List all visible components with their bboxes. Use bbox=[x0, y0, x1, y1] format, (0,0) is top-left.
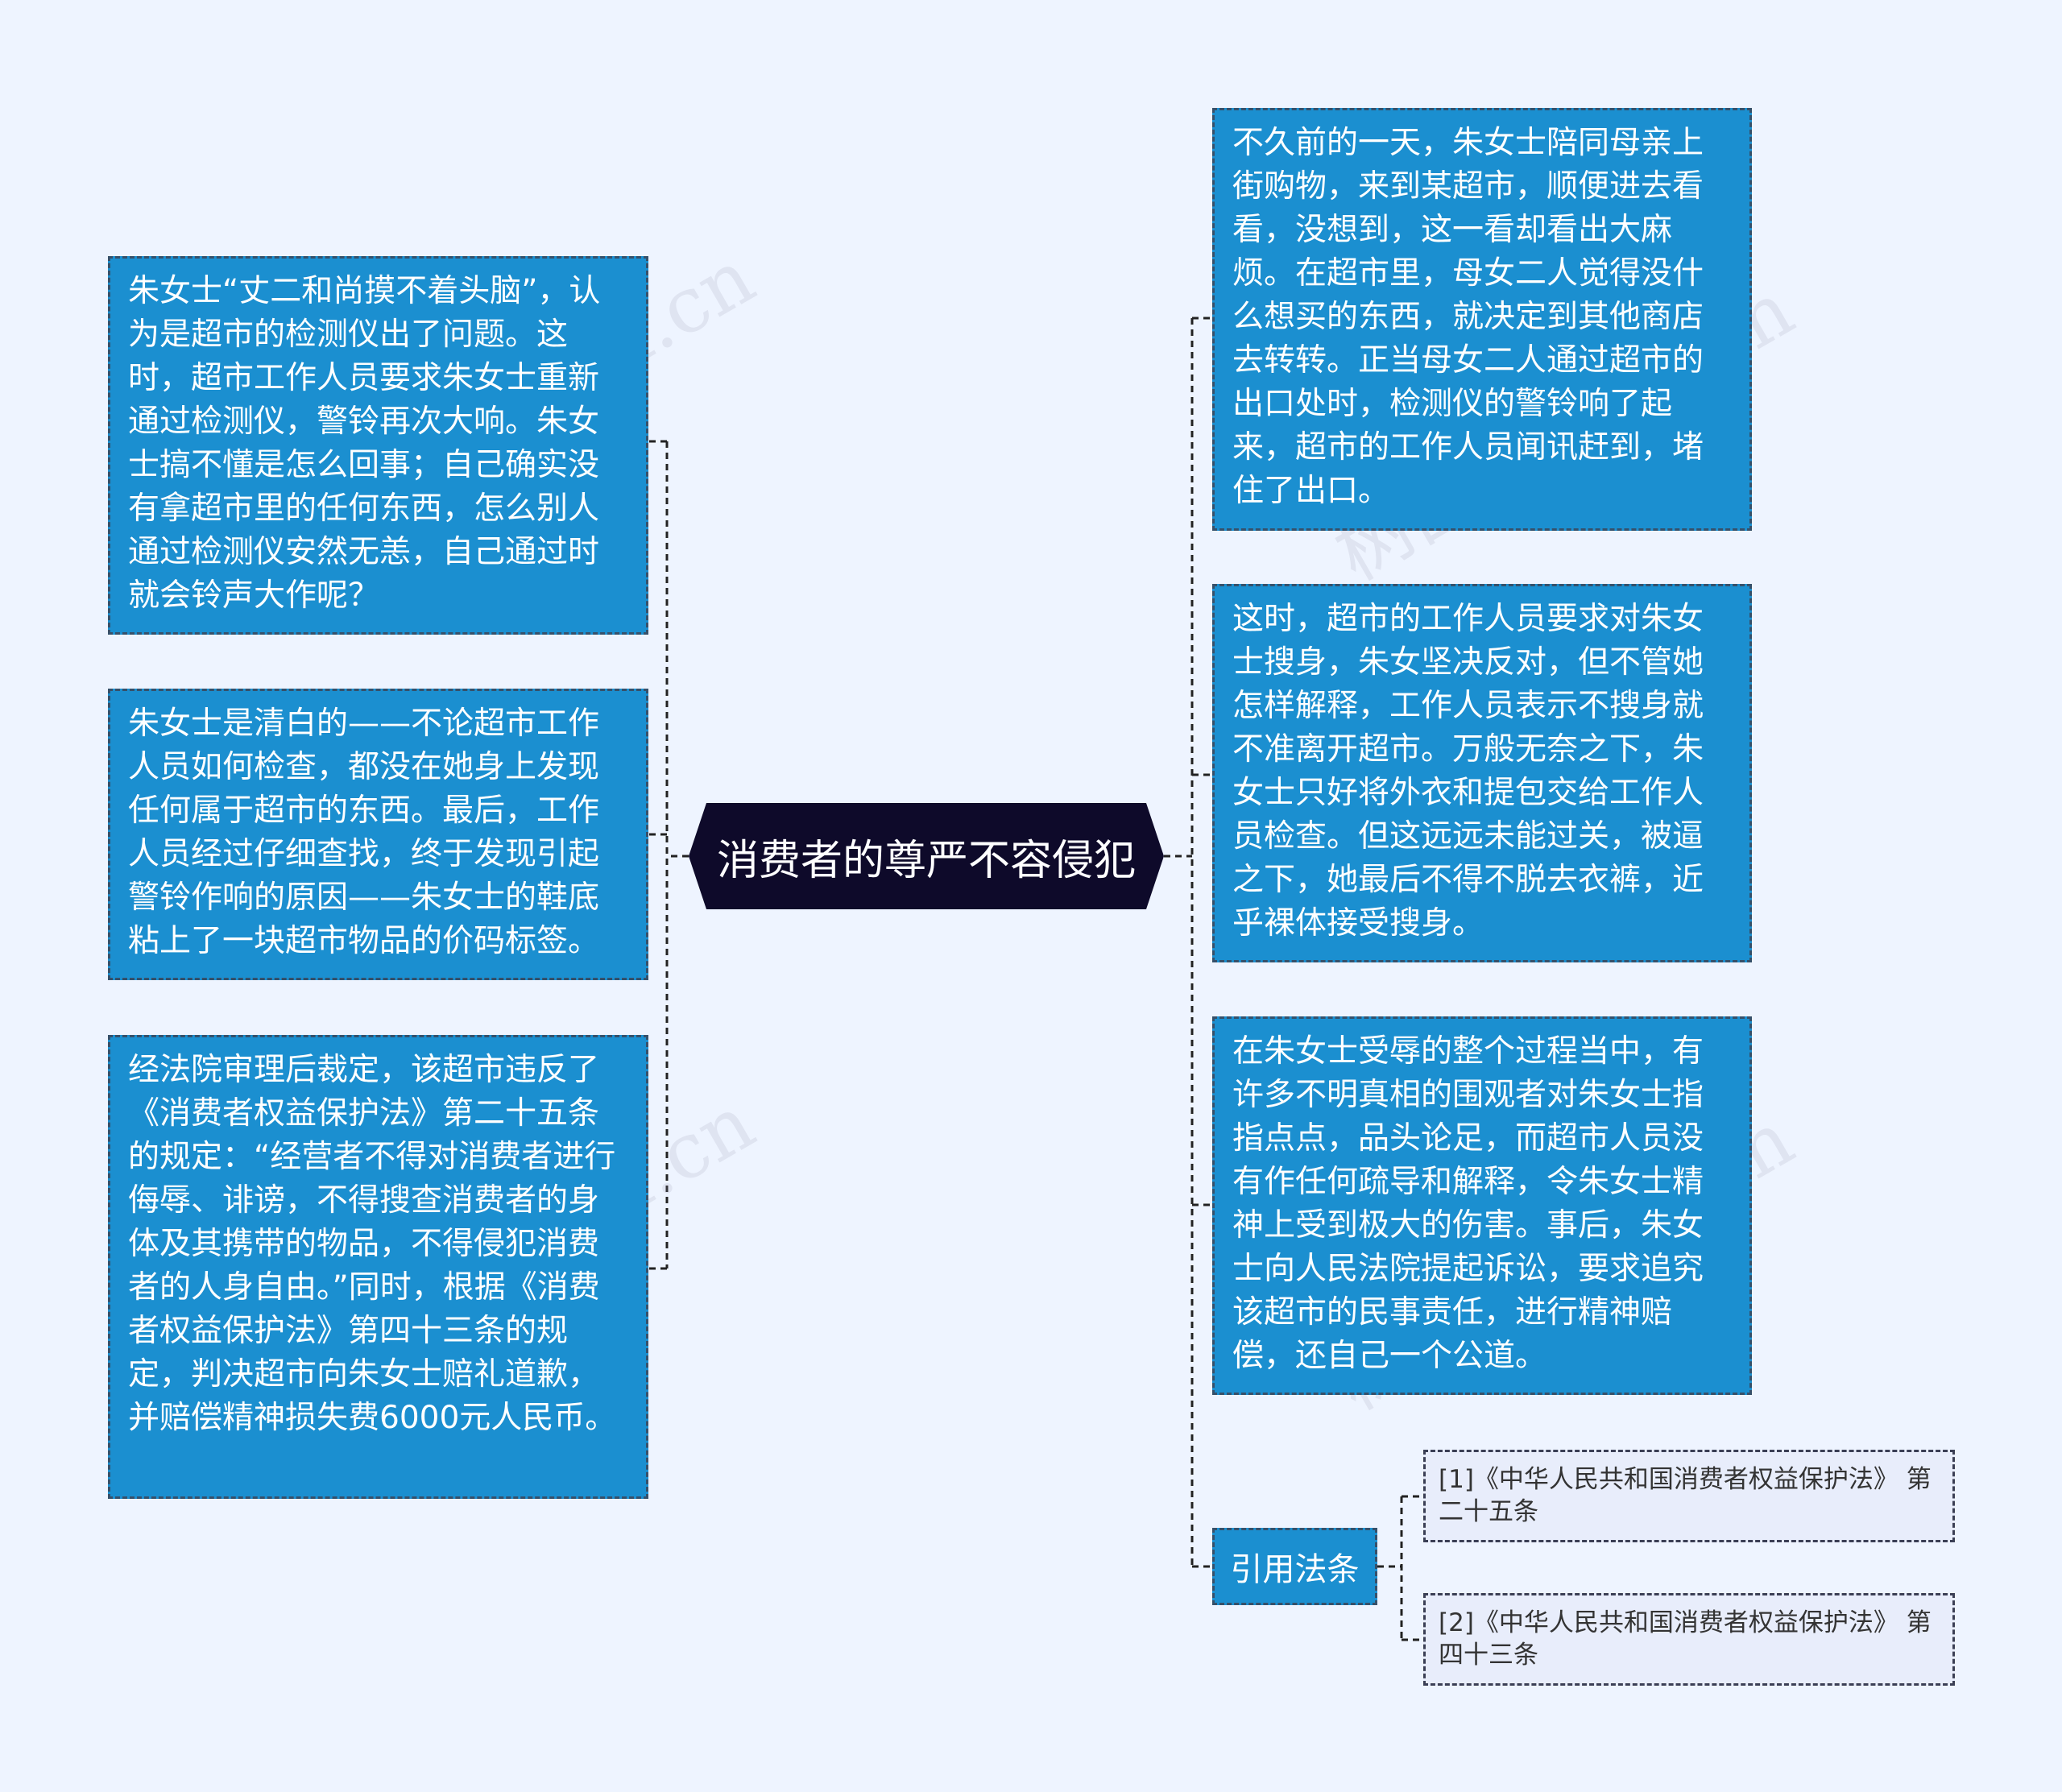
left-node-1[interactable]: 朱女士“丈二和尚摸不着头脑”，认为是超市的检测仪出了问题。这时，超市工作人员要求… bbox=[108, 256, 648, 635]
citation-item-1[interactable]: [1]《中华人民共和国消费者权益保护法》 第二十五条 bbox=[1423, 1450, 1955, 1542]
node-text: 经法院审理后裁定，该超市违反了《消费者权益保护法》第二十五条的规定：“经营者不得… bbox=[128, 1052, 617, 1436]
node-text: 在朱女士受辱的整个过程当中，有许多不明真相的围观者对朱女士指指点点，品头论足，而… bbox=[1232, 1033, 1704, 1374]
node-text: 不久前的一天，朱女士陪同母亲上街购物，来到某超市，顺便进去看看，没想到，这一看却… bbox=[1232, 125, 1704, 509]
right-node-3[interactable]: 在朱女士受辱的整个过程当中，有许多不明真相的围观者对朱女士指指点点，品头论足，而… bbox=[1212, 1016, 1752, 1395]
node-text: 朱女士“丈二和尚摸不着头脑”，认为是超市的检测仪出了问题。这时，超市工作人员要求… bbox=[128, 273, 601, 614]
left-node-3[interactable]: 经法院审理后裁定，该超市违反了《消费者权益保护法》第二十五条的规定：“经营者不得… bbox=[108, 1035, 648, 1499]
root-title: 消费者的尊严不容侵犯 bbox=[716, 836, 1136, 885]
root-topic[interactable]: 消费者的尊严不容侵犯 bbox=[689, 803, 1164, 909]
right-node-2[interactable]: 这时，超市的工作人员要求对朱女士搜身，朱女坚决反对，但不管她怎样解释，工作人员表… bbox=[1212, 584, 1752, 962]
citation-text: [1]《中华人民共和国消费者权益保护法》 第二十五条 bbox=[1439, 1465, 1932, 1526]
citations-label: 引用法条 bbox=[1230, 1551, 1360, 1588]
right-node-1[interactable]: 不久前的一天，朱女士陪同母亲上街购物，来到某超市，顺便进去看看，没想到，这一看却… bbox=[1212, 108, 1752, 531]
left-node-2[interactable]: 朱女士是清白的——不论超市工作人员如何检查，都没在她身上发现任何属于超市的东西。… bbox=[108, 689, 648, 980]
citation-item-2[interactable]: [2]《中华人民共和国消费者权益保护法》 第四十三条 bbox=[1423, 1593, 1955, 1686]
citation-text: [2]《中华人民共和国消费者权益保护法》 第四十三条 bbox=[1439, 1608, 1932, 1670]
citations-node[interactable]: 引用法条 bbox=[1212, 1528, 1377, 1605]
node-text: 这时，超市的工作人员要求对朱女士搜身，朱女坚决反对，但不管她怎样解释，工作人员表… bbox=[1232, 601, 1704, 942]
node-text: 朱女士是清白的——不论超市工作人员如何检查，都没在她身上发现任何属于超市的东西。… bbox=[128, 706, 600, 959]
